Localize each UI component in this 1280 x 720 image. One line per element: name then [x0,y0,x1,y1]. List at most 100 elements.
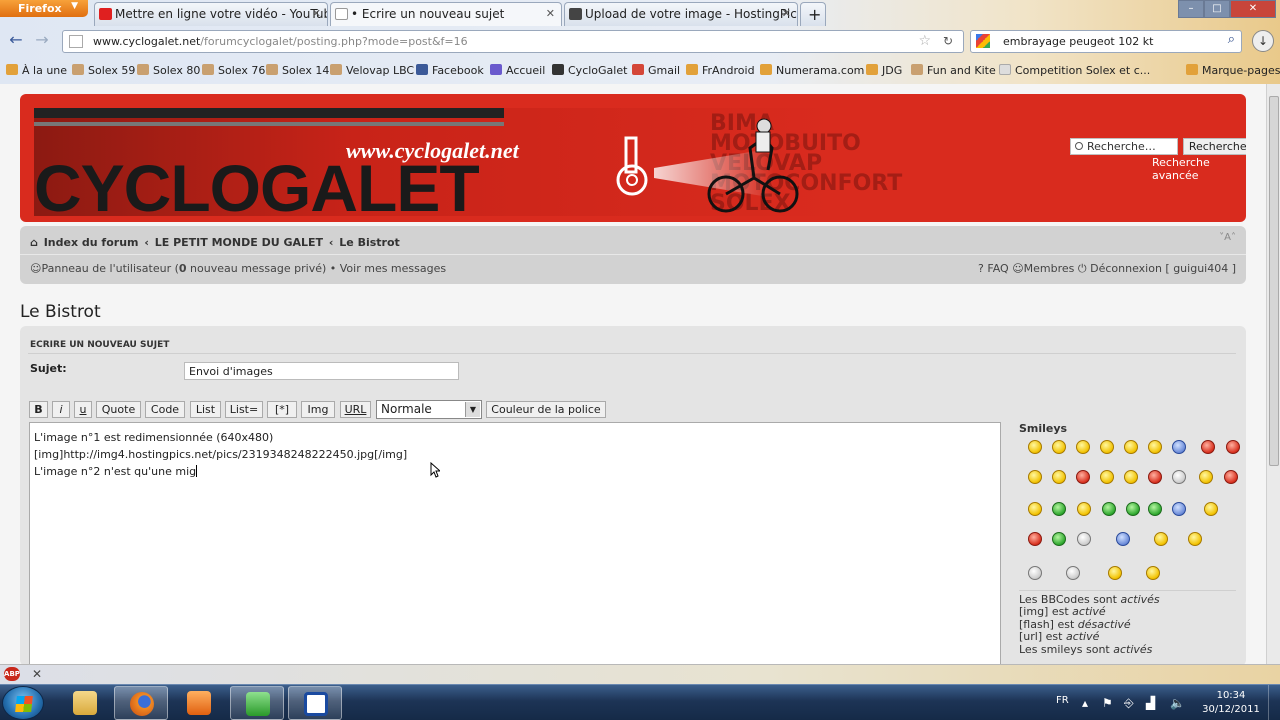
smiley-icon[interactable] [1102,502,1116,516]
usb-icon[interactable]: ⎆ [1124,696,1134,711]
bookmark-frandroid[interactable]: FrAndroid [686,64,755,77]
close-icon[interactable]: ✕ [32,667,42,681]
bookmark-numerama[interactable]: Numerama.com [760,64,864,77]
taskbar-explorer[interactable] [58,686,112,720]
quote-button[interactable]: Quote [96,401,141,418]
taskbar-app-green[interactable] [230,686,284,720]
start-button[interactable] [2,686,44,720]
list-button[interactable]: List [190,401,221,418]
taskbar-media-player[interactable] [172,686,226,720]
smiley-icon[interactable] [1066,566,1080,580]
back-button[interactable]: ← [6,30,26,52]
smiley-icon[interactable] [1076,470,1090,484]
font-size-select[interactable]: Normale ▼ [376,400,482,419]
smiley-icon[interactable] [1204,502,1218,516]
forward-button[interactable]: → [32,30,52,52]
tab-new-topic[interactable]: • Ecrire un nouveau sujet ✕ [330,2,562,26]
code-button[interactable]: Code [145,401,185,418]
language-indicator[interactable]: FR [1056,695,1069,706]
bookmark-fun-and-kite[interactable]: Fun and Kite [911,64,996,77]
tab-youtube[interactable]: Mettre en ligne votre vidéo - YouTube ✕ [94,2,328,26]
font-size-toggle[interactable]: ˅A˄ [1219,232,1236,243]
bookmark-solex-14[interactable]: Solex 14 [266,64,329,77]
smiley-icon[interactable] [1124,470,1138,484]
bookmark-solex-59[interactable]: Solex 59 [72,64,135,77]
messages-link[interactable]: nouveau message privé) • Voir mes messag… [187,262,446,275]
scrollbar-thumb[interactable] [1269,96,1279,466]
smiley-icon[interactable] [1077,502,1091,516]
reload-icon[interactable]: ↻ [943,34,953,48]
smiley-icon[interactable] [1028,470,1042,484]
bookmark-a-la-une[interactable]: À la une [6,64,67,77]
bookmark-gmail[interactable]: Gmail [632,64,680,77]
taskbar-app-blue[interactable] [288,686,342,720]
header-search-input[interactable]: Recherche… [1070,138,1178,155]
address-bar[interactable]: www.cyclogalet.net/forumcyclogalet/posti… [62,30,964,53]
breadcrumb-forum[interactable]: Le Bistrot [339,236,400,249]
close-icon[interactable]: ✕ [312,7,321,20]
italic-button[interactable]: i [52,401,70,418]
font-color-button[interactable]: Couleur de la police [486,401,606,418]
user-panel-link[interactable]: Panneau de l'utilisateur ( [41,262,178,275]
close-icon[interactable]: ✕ [546,7,555,20]
smiley-icon[interactable] [1076,440,1090,454]
smiley-icon[interactable] [1100,440,1114,454]
maximize-button[interactable]: □ [1204,0,1230,18]
tab-hostingpics[interactable]: Upload de votre image - HostingPics.... … [564,2,798,26]
list-ordered-button[interactable]: List= [225,401,263,418]
bookmark-facebook[interactable]: Facebook [416,64,484,77]
close-icon[interactable]: ✕ [782,7,791,20]
download-icon[interactable]: ↓ [1252,30,1274,52]
smiley-icon[interactable] [1028,566,1042,580]
show-desktop-button[interactable] [1268,685,1280,720]
logout-link[interactable]: Déconnexion [ guigui404 ] [1090,262,1236,275]
bookmark-solex-76[interactable]: Solex 76 [202,64,265,77]
search-icon[interactable]: ⌕ [1228,32,1235,47]
site-banner[interactable]: BIMA MOTOBUITO VELOVAP MOTOCONFORT SOLEX… [34,108,902,221]
smiley-icon[interactable] [1199,470,1213,484]
flag-icon[interactable]: ⚑ [1102,696,1113,710]
img-button[interactable]: Img [301,401,335,418]
smiley-icon[interactable] [1124,440,1138,454]
faq-link[interactable]: FAQ [987,262,1008,275]
site-identity-icon[interactable] [69,35,83,48]
bold-button[interactable]: B [29,401,48,418]
smiley-icon[interactable] [1148,440,1162,454]
bookmark-marque-pages[interactable]: Marque-pages [1186,64,1280,77]
smiley-icon[interactable] [1154,532,1168,546]
smiley-icon[interactable] [1077,532,1091,546]
smiley-icon[interactable] [1052,470,1066,484]
smiley-icon[interactable] [1116,532,1130,546]
new-tab-button[interactable]: + [800,2,826,26]
header-search-button[interactable]: Rechercher [1183,138,1246,155]
subject-input[interactable]: Envoi d'images [184,362,459,380]
smiley-icon[interactable] [1226,440,1240,454]
smiley-icon[interactable] [1052,502,1066,516]
bookmark-competition-solex[interactable]: Competition Solex et c... [999,64,1150,77]
bookmark-cyclogalet[interactable]: CycloGalet [552,64,627,77]
bookmark-jdg[interactable]: JDG [866,64,902,77]
page-scrollbar[interactable] [1266,84,1280,664]
breadcrumb-category[interactable]: LE PETIT MONDE DU GALET [155,236,323,249]
smiley-icon[interactable] [1052,440,1066,454]
smiley-icon[interactable] [1028,502,1042,516]
smiley-icon[interactable] [1108,566,1122,580]
clock[interactable]: 10:34 30/12/2011 [1198,689,1264,717]
adblock-icon[interactable]: ABP [4,667,20,681]
message-textarea[interactable]: L'image n°1 est redimensionnée (640x480)… [29,422,1001,664]
smiley-icon[interactable] [1126,502,1140,516]
bookmark-solex-80[interactable]: Solex 80 [137,64,200,77]
underline-button[interactable]: u [74,401,92,418]
smiley-icon[interactable] [1028,532,1042,546]
volume-icon[interactable]: 🔈 [1170,696,1185,710]
smiley-icon[interactable] [1201,440,1215,454]
smiley-icon[interactable] [1188,532,1202,546]
taskbar-firefox[interactable] [114,686,168,720]
smiley-icon[interactable] [1100,470,1114,484]
firefox-menu-button[interactable]: Firefox ▼ [0,0,88,17]
chevron-up-icon[interactable]: ▴ [1082,696,1088,710]
search-bar[interactable]: embrayage peugeot 102 kt ⌕ [970,30,1242,53]
smiley-icon[interactable] [1172,502,1186,516]
minimize-button[interactable]: – [1178,0,1204,18]
bookmark-accueil[interactable]: Accueil [490,64,545,77]
